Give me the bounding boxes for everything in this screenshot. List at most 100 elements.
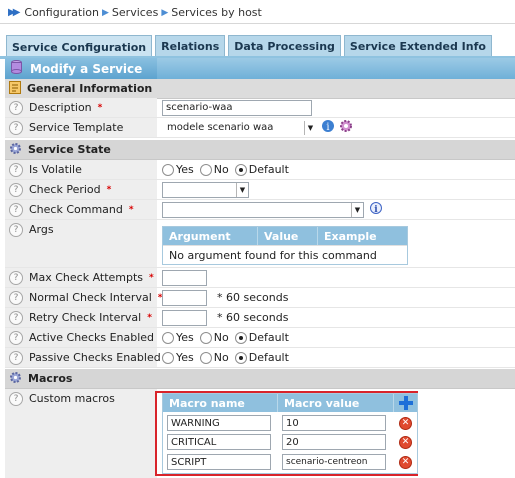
delete-icon[interactable]: ✕ — [399, 455, 412, 469]
row-label-cell: ? Description * — [5, 98, 157, 117]
radio-circle[interactable] — [162, 163, 174, 176]
column-header: Argument — [163, 227, 258, 245]
radio-default[interactable]: Default — [234, 351, 289, 364]
radio-yes[interactable]: Yes — [162, 331, 194, 344]
double-chevron-icon: ▶▶ — [8, 7, 21, 18]
row-label-cell: ? Max Check Attempts * — [5, 268, 157, 287]
row-value-cell: ▼ i — [158, 200, 515, 219]
service-template-label: Service Template — [29, 121, 124, 134]
radio-circle[interactable] — [162, 331, 174, 344]
help-icon[interactable]: ? — [9, 162, 23, 177]
section-service-state: Service State — [5, 140, 515, 160]
normal-check-interval-input[interactable] — [162, 289, 207, 306]
tab-relations[interactable]: Relations — [155, 35, 226, 57]
row-value-cell: ▼ — [158, 180, 515, 199]
required-marker: * — [149, 272, 154, 283]
help-icon[interactable]: ? — [9, 290, 23, 305]
radio-yes[interactable]: Yes — [162, 351, 194, 364]
radio-default[interactable]: Default — [234, 331, 289, 344]
form-header: Modify a Service — [5, 58, 515, 79]
service-template-select[interactable]: modele scenario waa ▼ — [162, 119, 317, 136]
tab-service-extended-info[interactable]: Service Extended Info — [343, 35, 492, 57]
radio-circle[interactable] — [199, 351, 212, 364]
max-check-attempts-input[interactable] — [162, 269, 207, 286]
help-icon[interactable]: ? — [9, 270, 23, 285]
row-retry-check-interval: ? Retry Check Interval * * 60 seconds — [5, 308, 515, 328]
radio-label: No — [213, 163, 229, 176]
row-value-cell — [158, 268, 515, 287]
row-value-cell: modele scenario waa ▼ i — [158, 118, 515, 137]
check-command-select[interactable]: ▼ — [162, 201, 364, 218]
required-marker: * — [106, 184, 112, 195]
delete-icon[interactable]: ✕ — [399, 435, 412, 449]
breadcrumb-services[interactable]: Services — [112, 6, 158, 19]
macro-value-cell: scenario-centreon — [278, 454, 394, 470]
row-value-cell: * 60 seconds — [158, 288, 515, 307]
tab-data-processing[interactable]: Data Processing — [228, 35, 341, 57]
check-period-select[interactable]: ▼ — [162, 181, 249, 198]
args-label: Args — [29, 223, 54, 236]
help-icon[interactable]: ? — [9, 182, 23, 197]
radio-default[interactable]: Default — [234, 163, 289, 176]
radio-label: Default — [248, 163, 289, 176]
macro-name-cell: CRITICAL — [163, 434, 278, 450]
section-macros: Macros — [5, 369, 515, 389]
delete-icon[interactable]: ✕ — [399, 416, 412, 430]
radio-circle[interactable] — [199, 331, 212, 344]
radio-circle[interactable] — [234, 331, 247, 344]
macro-name-input[interactable]: CRITICAL — [167, 434, 271, 450]
row-value-cell: Yes No Default — [158, 328, 515, 347]
breadcrumb-services-by-host[interactable]: Services by host — [171, 6, 262, 19]
macro-name-input[interactable]: WARNING — [167, 415, 271, 431]
args-empty-message: No argument found for this command — [163, 245, 407, 265]
radio-circle[interactable] — [199, 163, 212, 176]
radio-no[interactable]: No — [199, 331, 229, 344]
interval-unit: * 60 seconds — [217, 291, 289, 304]
breadcrumb-configuration[interactable]: Configuration — [24, 6, 99, 19]
help-icon[interactable]: ? — [9, 350, 23, 365]
help-icon[interactable]: ? — [9, 120, 23, 135]
radio-circle[interactable] — [234, 163, 247, 176]
column-header: Example — [324, 229, 377, 243]
chevron-down-icon: ▼ — [351, 202, 363, 217]
row-value-cell: scenario-waa — [158, 98, 515, 117]
radio-no[interactable]: No — [199, 351, 229, 364]
required-marker: * — [128, 204, 134, 215]
help-icon[interactable]: ? — [9, 100, 23, 115]
radio-circle[interactable] — [234, 351, 247, 364]
help-icon[interactable]: ? — [9, 202, 23, 217]
description-input[interactable]: scenario-waa — [162, 99, 312, 116]
macro-value-input[interactable]: scenario-centreon — [282, 454, 386, 470]
macro-row: CRITICAL 20 ✕ — [163, 432, 417, 452]
radio-yes[interactable]: Yes — [162, 163, 194, 176]
args-table-header: Argument Value Example — [163, 227, 407, 245]
help-icon[interactable]: ? — [9, 310, 23, 325]
macro-value-input[interactable]: 20 — [282, 434, 386, 450]
row-label-cell: ? Retry Check Interval * — [5, 308, 157, 327]
tab-service-configuration[interactable]: Service Configuration — [6, 35, 153, 58]
row-active-checks: ? Active Checks Enabled Yes No Default — [5, 328, 515, 348]
macro-value-input[interactable]: 10 — [282, 415, 386, 431]
args-table: Argument Value Example No argument found… — [162, 226, 408, 265]
help-icon[interactable]: ? — [9, 330, 23, 345]
row-passive-checks: ? Passive Checks Enabled Yes No Default — [5, 348, 515, 368]
radio-no[interactable]: No — [199, 163, 229, 176]
is-volatile-label: Is Volatile — [29, 163, 82, 176]
radio-label: Yes — [176, 163, 194, 176]
check-command-label: Check Command — [29, 203, 123, 216]
section-title: General Information — [27, 82, 153, 95]
info-icon[interactable]: i — [368, 201, 384, 218]
form-icon — [9, 80, 21, 97]
add-macro-button[interactable] — [394, 394, 417, 412]
retry-check-interval-input[interactable] — [162, 309, 207, 326]
help-icon[interactable]: ? — [9, 223, 23, 237]
svg-text:i: i — [374, 205, 378, 215]
row-label-cell: ? Service Template — [5, 118, 157, 137]
macro-name-input[interactable]: SCRIPT — [167, 454, 271, 470]
chevron-down-icon: ▼ — [236, 182, 248, 197]
info-icon[interactable]: i — [321, 119, 335, 136]
gear-icon[interactable] — [339, 119, 353, 136]
help-icon[interactable]: ? — [9, 392, 23, 406]
radio-circle[interactable] — [162, 351, 174, 364]
plus-icon[interactable] — [398, 396, 413, 410]
